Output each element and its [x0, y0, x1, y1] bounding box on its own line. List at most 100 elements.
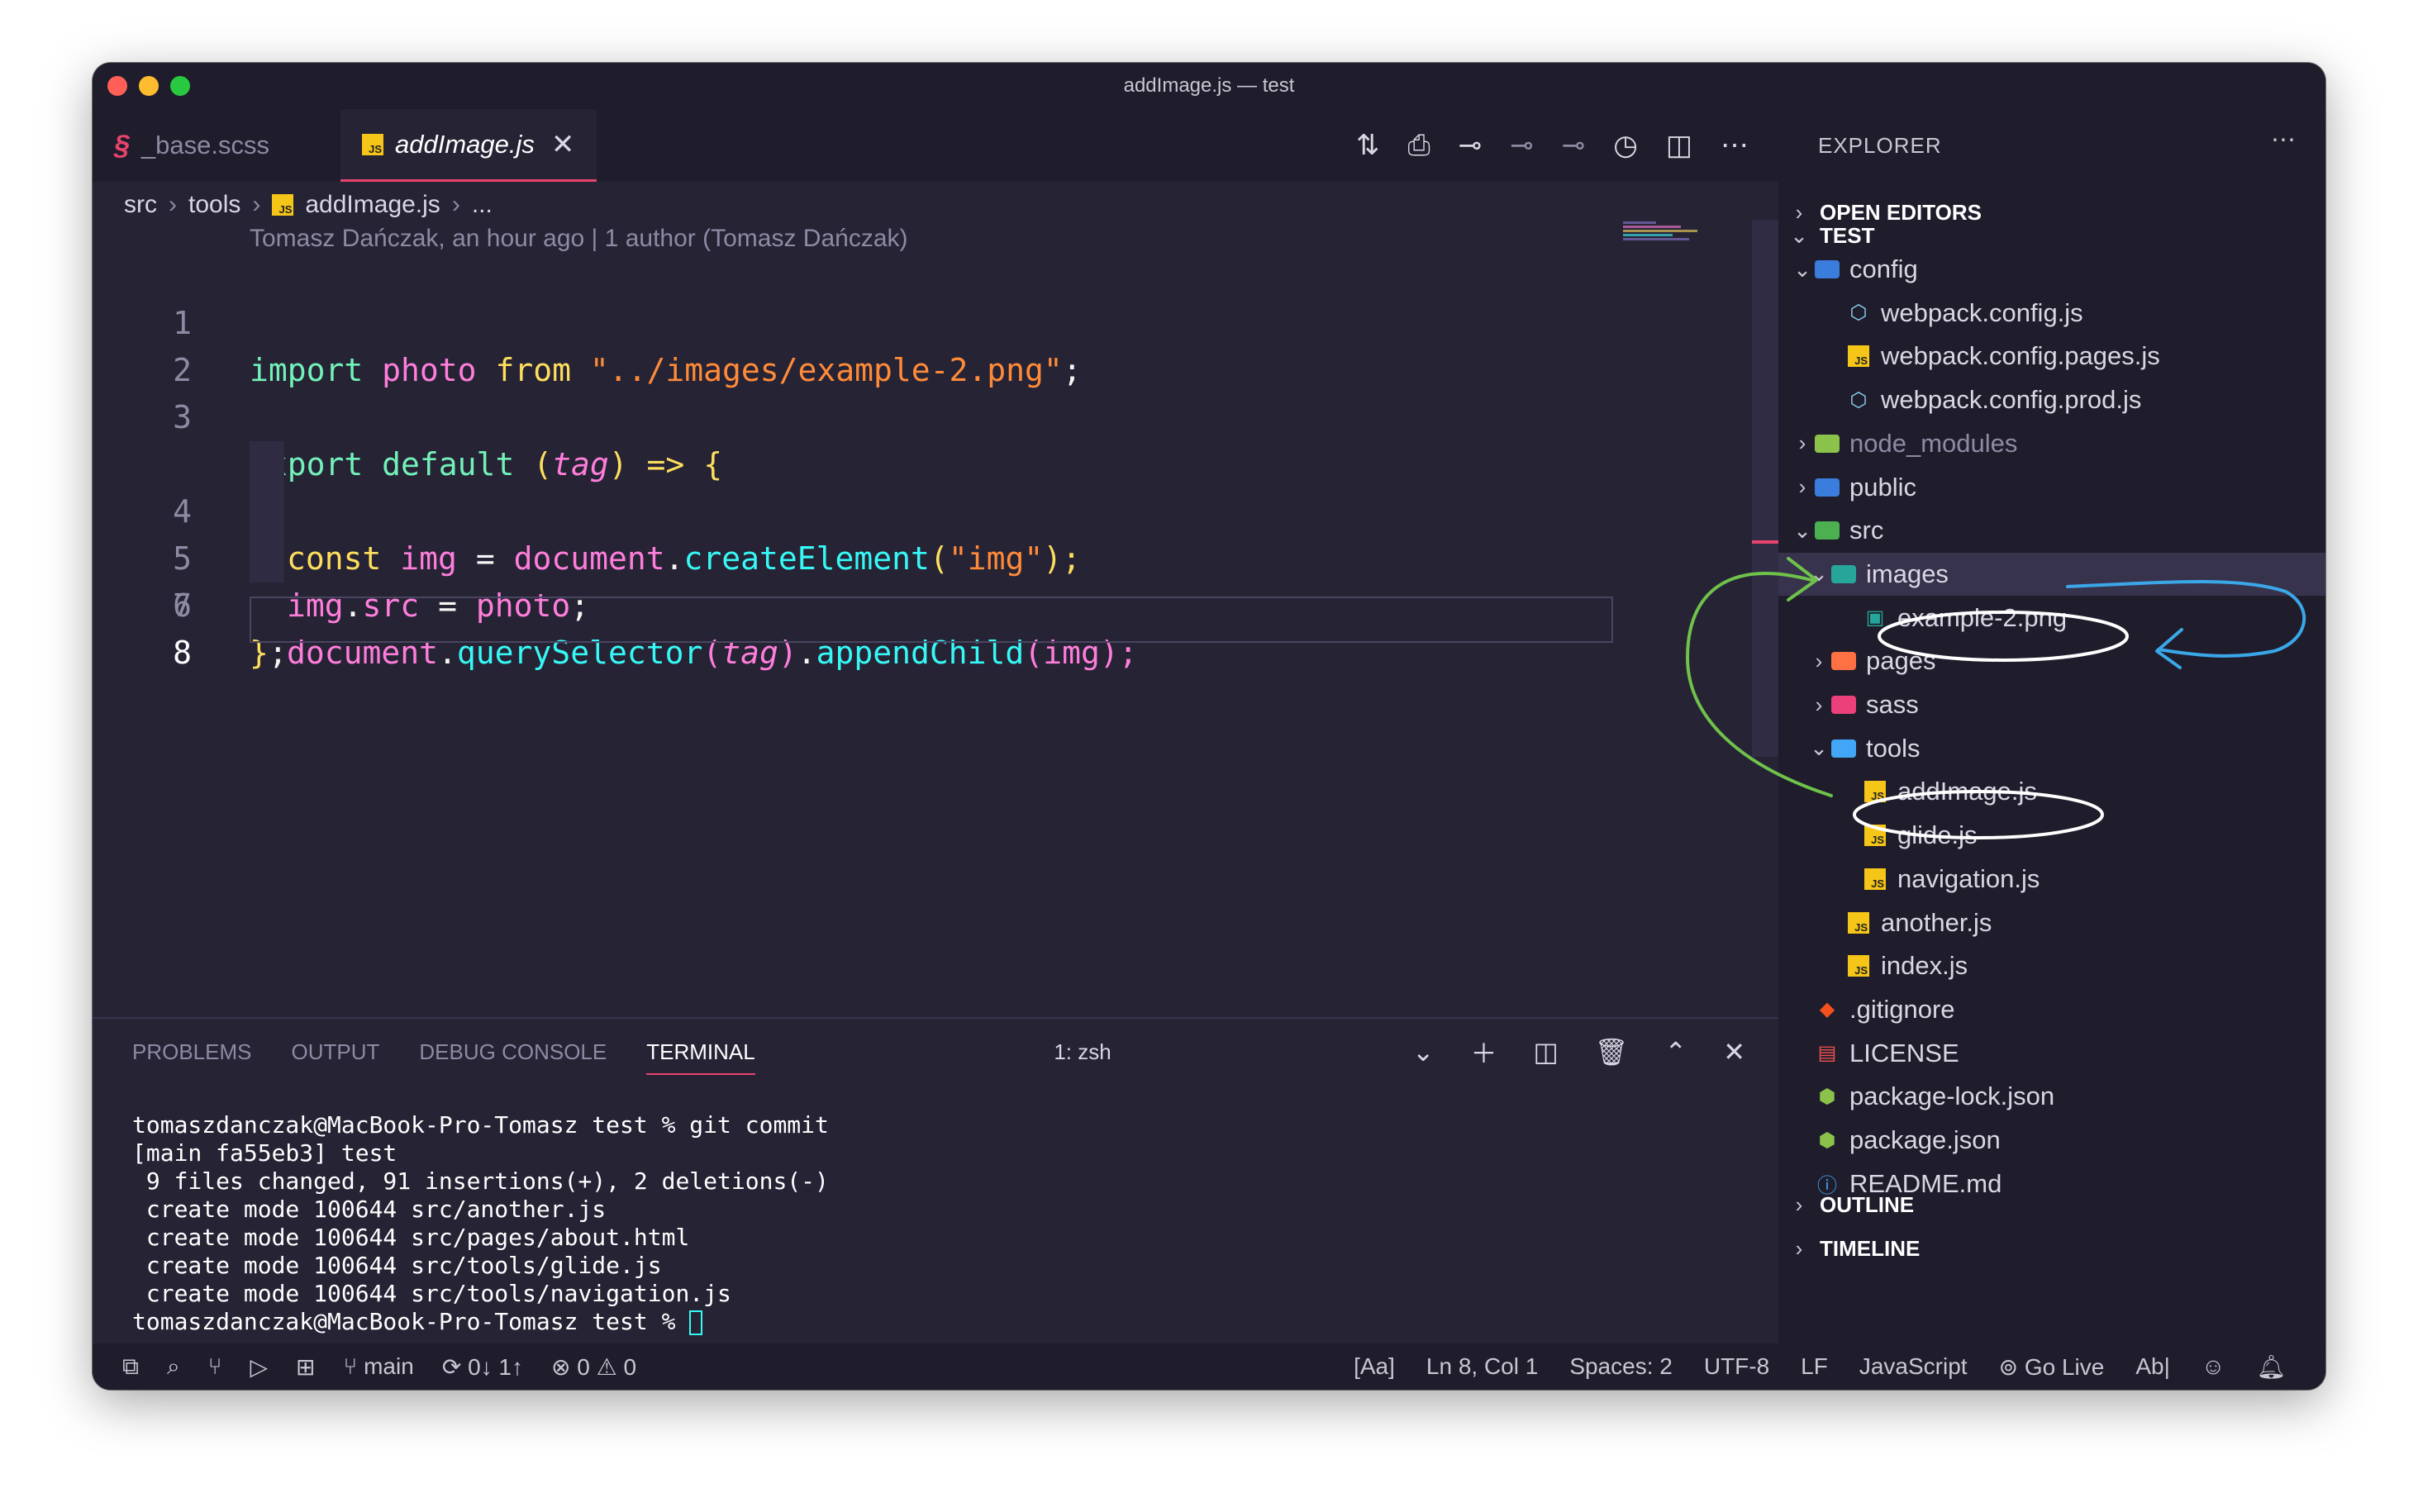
node-folder-icon	[1815, 431, 1840, 456]
tab-output[interactable]: OUTPUT	[292, 1039, 380, 1065]
tree-item[interactable]: ⬡ webpack.config.prod.js	[1778, 378, 2325, 421]
node-icon: ⬢	[1818, 1085, 1836, 1108]
section-timeline[interactable]: › TIMELINE	[1790, 1232, 1921, 1265]
zoom-window-button[interactable]	[170, 76, 190, 96]
tree-item[interactable]: JS addImage.js	[1778, 770, 2325, 813]
timeline-icon[interactable]: ◷	[1613, 129, 1638, 162]
tree-item[interactable]: JS index.js	[1778, 944, 2325, 987]
breadcrumb-src[interactable]: src	[124, 191, 157, 219]
js-icon: JS	[272, 194, 294, 216]
close-window-button[interactable]	[107, 76, 127, 96]
panel-actions: 1: zsh ⌄ ＋ ◫ 🗑 ⌃ ✕	[1054, 1019, 1745, 1085]
notifications-bell-icon[interactable]: 🔔︎	[2256, 1353, 2286, 1381]
tab-base-scss[interactable]: § _base.scss	[93, 109, 340, 182]
sass-folder-icon	[1831, 692, 1856, 717]
chevron-down-icon[interactable]: ⌄	[1412, 1036, 1435, 1067]
section-test[interactable]: ⌄ TEST	[1790, 219, 1874, 252]
source-control-icon[interactable]: ⑂	[208, 1353, 222, 1380]
breadcrumb-symbols[interactable]: ...	[472, 191, 493, 219]
case-sensitive-status[interactable]: [Aa]	[1354, 1353, 1395, 1380]
minimize-window-button[interactable]	[139, 76, 159, 96]
tree-item[interactable]: ⌄ tools	[1778, 727, 2325, 770]
previous-change-icon[interactable]: ⊸	[1510, 129, 1534, 162]
tree-item[interactable]: ⌄ src	[1778, 509, 2325, 552]
chevron-down-icon: ⌄	[1793, 517, 1811, 543]
tree-item[interactable]: › sass	[1778, 683, 2325, 726]
tree-item-label: config	[1849, 254, 1918, 283]
terminal-select[interactable]: 1: zsh	[1054, 1039, 1111, 1065]
tab-addimage-js[interactable]: JS addImage.js ✕	[340, 109, 597, 182]
tree-item[interactable]: › pages	[1778, 640, 2325, 682]
language-mode[interactable]: JavaScript	[1859, 1353, 1968, 1380]
tree-item-label: LICENSE	[1849, 1038, 1959, 1067]
maximize-panel-icon[interactable]: ⌃	[1664, 1036, 1687, 1067]
license-icon: ▤	[1817, 1042, 1837, 1065]
indentation-status[interactable]: Spaces: 2	[1569, 1353, 1673, 1380]
extensions-icon[interactable]: ⊞	[296, 1353, 315, 1381]
eol-status[interactable]: LF	[1801, 1353, 1828, 1380]
terminal-line: create mode 100644 src/tools/glide.js	[132, 1252, 662, 1279]
close-panel-icon[interactable]: ✕	[1723, 1036, 1745, 1067]
tree-item-label: addImage.js	[1897, 777, 2037, 806]
panel-tabs: PROBLEMS OUTPUT DEBUG CONSOLE TERMINAL	[132, 1019, 755, 1085]
new-terminal-icon[interactable]: ＋	[1471, 1033, 1497, 1071]
tree-item[interactable]: › node_modules	[1778, 422, 2325, 465]
tree-item[interactable]: ⬢ package.json	[1778, 1119, 2325, 1162]
tree-item[interactable]: ⌄ config	[1778, 248, 2325, 291]
tab-debug-console[interactable]: DEBUG CONSOLE	[419, 1039, 607, 1065]
breadcrumb-file[interactable]: addImage.js	[305, 191, 440, 219]
branch-status[interactable]: ⑂ main	[344, 1353, 414, 1380]
tree-item[interactable]: JS another.js	[1778, 901, 2325, 944]
tree-item[interactable]: › public	[1778, 466, 2325, 509]
terminal-output[interactable]: tomaszdanczak@MacBook-Pro-Tomasz test % …	[132, 1111, 829, 1336]
tab-problems[interactable]: PROBLEMS	[132, 1039, 252, 1065]
more-actions-icon[interactable]: ⋯	[1721, 129, 1749, 162]
search-icon[interactable]: ⌕	[167, 1353, 180, 1381]
tree-item[interactable]: JS glide.js	[1778, 814, 2325, 857]
feedback-icon[interactable]: ☺	[2201, 1353, 2225, 1380]
warning-icon: ⚠	[596, 1353, 617, 1380]
more-actions-icon[interactable]: ⋯	[2271, 126, 2296, 155]
breadcrumb-tools[interactable]: tools	[188, 191, 240, 219]
spell-check-status[interactable]: Ab|	[2135, 1353, 2170, 1380]
terminal-prompt-line[interactable]: tomaszdanczak@MacBook-Pro-Tomasz test %	[132, 1308, 829, 1336]
split-terminal-icon[interactable]: ◫	[1534, 1036, 1559, 1067]
code-line: 1 import photo from "../images/example-2…	[93, 253, 1778, 388]
next-change-icon[interactable]: ⊸	[1562, 129, 1586, 162]
tree-item[interactable]: ⌄ images	[1778, 552, 2325, 596]
code-line: 7 };	[93, 535, 1778, 671]
encoding-status[interactable]: UTF-8	[1704, 1353, 1769, 1380]
copy-icon[interactable]: ⧉	[122, 1353, 139, 1381]
open-changes-icon[interactable]: ⇅	[1356, 129, 1380, 162]
section-outline[interactable]: › OUTLINE	[1790, 1188, 1914, 1221]
code-editor[interactable]: 1 import photo from "../images/example-2…	[93, 253, 1778, 671]
close-tab-icon[interactable]: ✕	[551, 128, 575, 161]
problems-status[interactable]: ⊗ 0 ⚠ 0	[551, 1353, 636, 1381]
chevron-down-icon: ⌄	[1810, 735, 1828, 761]
tree-item[interactable]: ⬢ package-lock.json	[1778, 1075, 2325, 1118]
split-editor-icon[interactable]: ◫	[1666, 129, 1692, 162]
tab-terminal[interactable]: TERMINAL	[646, 1039, 755, 1075]
tree-item[interactable]: JS webpack.config.pages.js	[1778, 335, 2325, 378]
tree-item[interactable]: ⬡ webpack.config.js	[1778, 292, 2325, 335]
editor-actions: ⇅ ⎙ ⊸ ⊸ ⊸ ◷ ◫ ⋯	[1356, 109, 1778, 182]
print-icon[interactable]: ⎙	[1408, 130, 1430, 162]
trash-icon[interactable]: 🗑	[1595, 1036, 1629, 1067]
go-live-button[interactable]: ⊚ Go Live	[1999, 1353, 2105, 1381]
run-debug-icon[interactable]: ▷	[250, 1353, 269, 1381]
cursor-position[interactable]: Ln 8, Col 1	[1426, 1353, 1538, 1380]
minimap[interactable]	[1623, 220, 1706, 253]
sync-status[interactable]: ⟳ 0↓ 1↑	[442, 1353, 523, 1381]
chevron-right-icon: ›	[1815, 648, 1823, 673]
tree-item[interactable]: ▣ example-2.png	[1778, 597, 2325, 640]
section-label: TEST	[1820, 222, 1875, 248]
tree-item[interactable]: ▤ LICENSE	[1778, 1032, 2325, 1075]
code-line: 4 const img = document.createElement("im…	[93, 394, 1778, 577]
git-blame-annotation[interactable]: Tomasz Dańczak, an hour ago | 1 author (…	[250, 225, 908, 253]
tree-item[interactable]: JS navigation.js	[1778, 858, 2325, 901]
tab-label: _base.scss	[140, 131, 269, 159]
git-commit-icon[interactable]: ⊸	[1459, 129, 1483, 162]
branch-icon: ⑂	[343, 1353, 358, 1379]
tree-item[interactable]: ◆ .gitignore	[1778, 988, 2325, 1031]
js-icon: JS	[1846, 344, 1871, 368]
